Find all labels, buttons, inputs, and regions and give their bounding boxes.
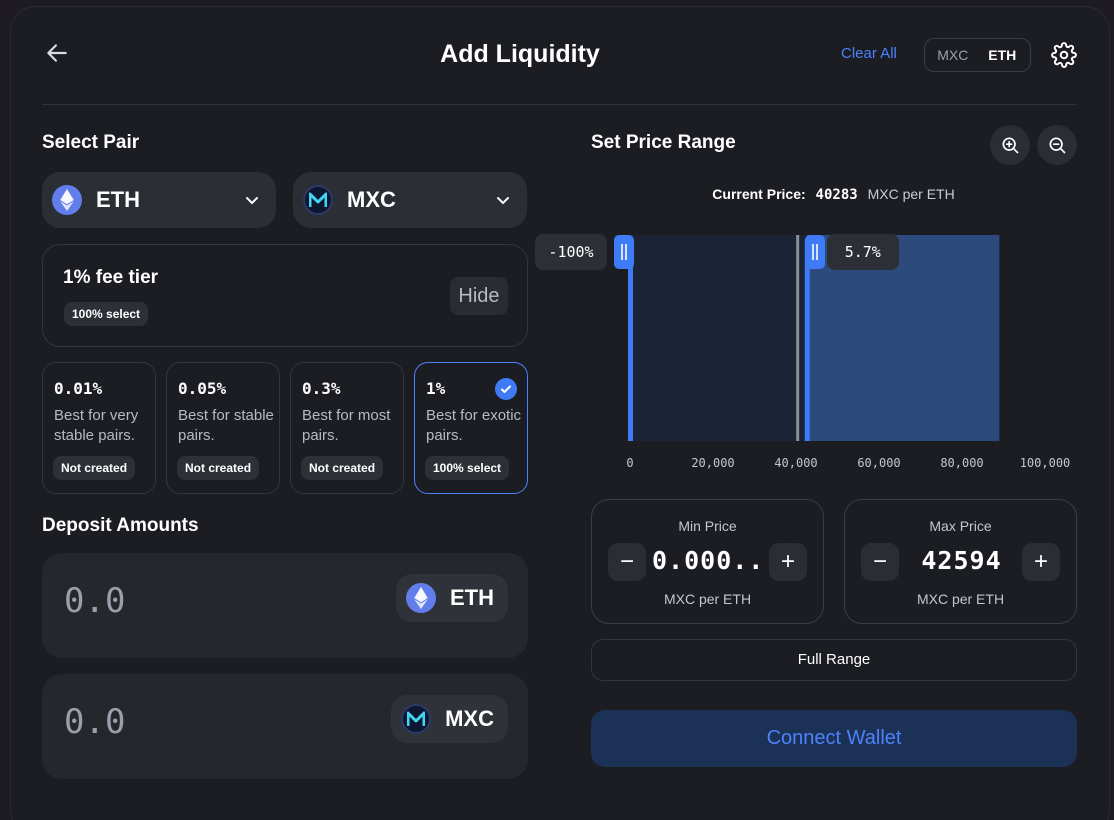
tier-desc: Best for exotic pairs. xyxy=(426,407,522,444)
deposit-token-a: 0.0 ETH xyxy=(42,553,528,658)
gear-icon[interactable] xyxy=(1051,42,1077,68)
connect-wallet-button[interactable]: Connect Wallet xyxy=(591,710,1077,767)
tier-pct: 1% xyxy=(426,379,446,398)
tier-pct: 0.01% xyxy=(54,379,103,398)
token-a-label: ETH xyxy=(96,187,140,212)
deposit-token-chip: MXC xyxy=(391,695,508,743)
x-tick-label: 20,000 xyxy=(691,456,734,470)
zoom-in-button[interactable] xyxy=(990,125,1030,165)
min-price-input[interactable]: 0.000... xyxy=(652,546,765,575)
x-tick-label: 100,000 xyxy=(1020,456,1071,470)
clear-all-link[interactable]: Clear All xyxy=(841,45,897,62)
back-arrow-icon[interactable] xyxy=(44,40,70,66)
current-price-unit: MXC per ETH xyxy=(867,186,955,202)
max-price-unit: MXC per ETH xyxy=(916,591,1005,607)
deposit-amount-input[interactable]: 0.0 xyxy=(64,581,264,621)
min-price-increment[interactable]: + xyxy=(769,543,807,581)
current-price-label: Current Price: xyxy=(712,186,806,202)
deposit-token-label: ETH xyxy=(450,585,494,610)
in-range-area xyxy=(630,235,807,441)
tier-pct: 0.3% xyxy=(302,379,341,398)
eth-icon xyxy=(406,583,436,613)
zoom-in-icon xyxy=(1002,137,1019,154)
x-tick-label: 40,000 xyxy=(774,456,817,470)
hide-button[interactable]: Hide xyxy=(450,277,508,315)
checkmark-icon xyxy=(495,378,517,400)
select-pair-title: Select Pair xyxy=(42,132,140,153)
fee-tier-option-selected[interactable]: 1% Best for exotic pairs. 100% select xyxy=(414,362,528,494)
toggle-mxc[interactable]: MXC xyxy=(928,42,978,68)
chevron-down-icon xyxy=(246,197,258,205)
x-tick-label: 80,000 xyxy=(940,456,983,470)
toggle-eth[interactable]: ETH xyxy=(978,42,1028,68)
tier-status-badge: Not created xyxy=(53,456,136,480)
token-b-label: MXC xyxy=(347,187,396,212)
deposit-amounts-title: Deposit Amounts xyxy=(42,515,199,536)
min-range-percent: -100% xyxy=(535,234,607,270)
x-tick-label: 0 xyxy=(626,456,633,470)
fee-tier-option[interactable]: 0.05% Best for stable pairs. Not created xyxy=(166,362,280,494)
min-range-handle[interactable] xyxy=(614,235,634,269)
min-price-box: Min Price − 0.000... + MXC per ETH xyxy=(591,499,824,624)
fee-tier-title: 1% fee tier xyxy=(63,267,159,288)
deposit-token-label: MXC xyxy=(445,706,494,731)
set-price-range-title: Set Price Range xyxy=(591,132,736,153)
min-range-line xyxy=(628,239,633,441)
mxc-icon xyxy=(303,185,333,215)
max-price-label: Max Price xyxy=(929,518,992,534)
max-price-input[interactable]: 42594 xyxy=(905,546,1018,575)
mxc-icon xyxy=(401,704,432,734)
fee-tier-option[interactable]: 0.01% Best for very stable pairs. Not cr… xyxy=(42,362,156,494)
tier-status-badge: Not created xyxy=(301,456,384,480)
min-price-label: Min Price xyxy=(678,518,737,534)
current-price-value: 40283 xyxy=(815,187,858,203)
header-divider xyxy=(42,104,1077,105)
tier-pct: 0.05% xyxy=(178,379,227,398)
tier-desc: Best for most pairs. xyxy=(302,407,391,444)
token-a-select[interactable]: ETH xyxy=(42,172,276,228)
deposit-amount-input[interactable]: 0.0 xyxy=(64,702,264,742)
current-price-line xyxy=(796,235,800,441)
fee-tier-badge: 100% select xyxy=(64,302,149,326)
deposit-token-chip: ETH xyxy=(396,574,508,622)
zoom-out-icon xyxy=(1049,137,1066,154)
max-range-line xyxy=(804,239,810,441)
tier-status-badge: 100% select xyxy=(425,456,510,480)
min-price-unit: MXC per ETH xyxy=(663,591,752,607)
token-b-select[interactable]: MXC xyxy=(293,172,527,228)
fee-tier-option[interactable]: 0.3% Best for most pairs. Not created xyxy=(290,362,404,494)
min-price-decrement[interactable]: − xyxy=(608,543,646,581)
max-range-percent: 5.7% xyxy=(826,234,899,270)
chevron-down-icon xyxy=(497,197,509,205)
max-range-handle[interactable] xyxy=(804,235,825,269)
max-price-box: Max Price − 42594 + MXC per ETH xyxy=(844,499,1077,624)
max-price-increment[interactable]: + xyxy=(1022,543,1060,581)
current-price: Current Price: 40283 MXC per ETH xyxy=(590,186,1077,203)
eth-icon xyxy=(52,185,82,215)
deposit-token-b: 0.0 MXC xyxy=(42,674,528,779)
tier-desc: Best for stable pairs. xyxy=(178,407,274,444)
x-tick-label: 60,000 xyxy=(857,456,900,470)
tier-status-badge: Not created xyxy=(177,456,260,480)
full-range-button[interactable]: Full Range xyxy=(591,639,1077,681)
tier-desc: Best for very stable pairs. xyxy=(54,407,139,444)
max-price-decrement[interactable]: − xyxy=(861,543,899,581)
zoom-out-button[interactable] xyxy=(1037,125,1077,165)
base-token-toggle: MXC ETH xyxy=(924,38,1031,72)
